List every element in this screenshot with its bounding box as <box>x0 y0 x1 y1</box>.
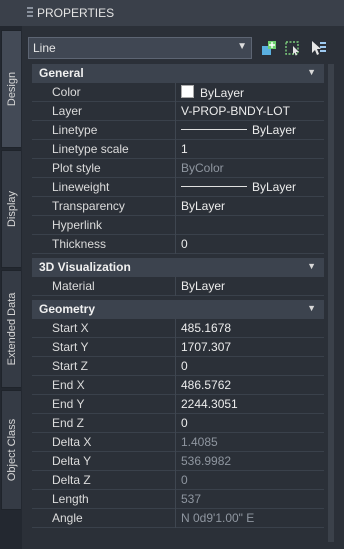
property-row-end-y[interactable]: End Y 2244.3051 <box>32 395 324 414</box>
object-type-value: Line <box>33 41 56 55</box>
property-row-delta-z: Delta Z0 <box>32 471 324 490</box>
property-row-plot-style[interactable]: Plot style ByColor <box>32 159 324 178</box>
lineweight-preview-icon <box>181 186 247 187</box>
property-row-end-z[interactable]: End Z0 <box>32 414 324 433</box>
property-row-delta-y: Delta Y 536.9982 <box>32 452 324 471</box>
property-row-length: Length 537 <box>32 490 324 509</box>
property-row-start-x[interactable]: Start X 485.1678 <box>32 319 324 338</box>
general-properties: Color ByLayer Layer V-PROP-BNDY-LOT Linety… <box>32 83 324 254</box>
collapse-icon[interactable]: ▼ <box>307 303 316 313</box>
property-row-linetype[interactable]: Linetype ByLayer <box>32 121 324 140</box>
section-title: General <box>39 66 84 80</box>
tab-object-class[interactable]: Object Class <box>1 390 21 510</box>
tab-strip: Design Display Extended Data Object Clas… <box>0 26 22 549</box>
collapse-icon[interactable]: ▼ <box>307 261 316 271</box>
property-row-angle: Angle N 0d9'1.00" E <box>32 509 324 528</box>
property-row-hyperlink[interactable]: Hyperlink <box>32 216 324 235</box>
property-row-transparency[interactable]: Transparency ByLayer <box>32 197 324 216</box>
quick-select-icon[interactable] <box>260 39 278 57</box>
section-3d-visualization-header[interactable]: 3D Visualization ▼ <box>32 258 324 277</box>
property-row-start-y[interactable]: Start Y 1707.307 <box>32 338 324 357</box>
properties-main: Line ▼ General ▼ Color ByLayer Layer V-PRO… <box>26 30 340 549</box>
visualization-properties: Material ByLayer <box>32 277 324 296</box>
select-objects-icon[interactable] <box>284 39 302 57</box>
property-row-layer[interactable]: Layer V-PROP-BNDY-LOT <box>32 102 324 121</box>
section-geometry-header[interactable]: Geometry ▼ <box>32 300 324 319</box>
property-row-linetype-scale[interactable]: Linetype scale 1 <box>32 140 324 159</box>
property-row-color[interactable]: Color ByLayer <box>32 83 324 102</box>
collapse-icon[interactable]: ▼ <box>307 67 316 77</box>
property-row-delta-x: Delta X 1.4085 <box>32 433 324 452</box>
geometry-properties: Start X 485.1678 Start Y 1707.307 Start Z0… <box>32 319 324 528</box>
tab-extended-data[interactable]: Extended Data <box>1 270 21 388</box>
chevron-down-icon: ▼ <box>237 41 247 52</box>
linetype-preview-icon <box>181 129 247 130</box>
object-type-dropdown[interactable]: Line ▼ <box>28 37 252 59</box>
property-row-lineweight[interactable]: Lineweight ByLayer <box>32 178 324 197</box>
grip-icon[interactable] <box>27 7 33 19</box>
property-row-start-z[interactable]: Start Z0 <box>32 357 324 376</box>
property-row-material[interactable]: Material ByLayer <box>32 277 324 296</box>
section-title: Geometry <box>39 302 96 316</box>
property-row-end-x[interactable]: End X 486.5762 <box>32 376 324 395</box>
color-swatch-icon <box>181 85 194 98</box>
vertical-scrollbar[interactable] <box>328 64 334 542</box>
section-general-header[interactable]: General ▼ <box>32 64 324 83</box>
tab-design[interactable]: Design <box>1 30 21 148</box>
palette-title: PROPERTIES <box>37 6 115 20</box>
property-row-thickness[interactable]: Thickness 0 <box>32 235 324 254</box>
palette-titlebar[interactable]: PROPERTIES <box>0 0 344 26</box>
toggle-pickadd-icon[interactable] <box>309 39 327 57</box>
tab-display[interactable]: Display <box>1 150 21 268</box>
section-title: 3D Visualization <box>39 260 131 274</box>
